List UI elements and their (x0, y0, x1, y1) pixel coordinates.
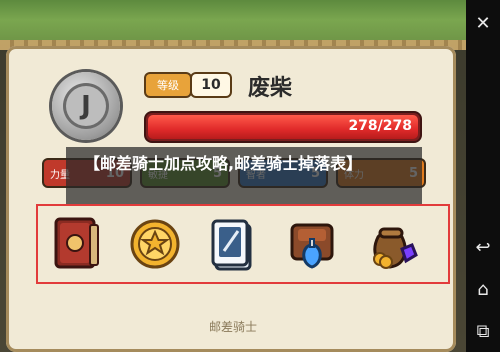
hp-text: 278/278 (348, 118, 412, 134)
avatar-letter: J (63, 83, 109, 129)
hp-bar: 278/278 (146, 113, 420, 141)
gold-coin-icon[interactable] (126, 214, 184, 274)
system-sidebar: ✕ ↩ ⌂ ⧉ (466, 0, 500, 352)
recent-apps-icon[interactable]: ⧉ (470, 318, 496, 344)
red-book-icon[interactable] (48, 214, 106, 274)
footer-title: 邮差骑士 (208, 320, 257, 334)
treasure-sack-icon[interactable] (362, 214, 420, 274)
card-deck-icon[interactable] (204, 214, 262, 274)
potion-bag-icon[interactable] (284, 214, 342, 274)
level-label: 等级 (146, 74, 190, 96)
close-icon[interactable]: ✕ (470, 10, 496, 36)
home-icon[interactable]: ⌂ (470, 276, 496, 302)
player-name: 废柴 (248, 76, 293, 101)
level-value: 10 (192, 74, 230, 96)
back-icon[interactable]: ↩ (470, 234, 496, 260)
game-screen: J 等级 10 废柴 278/278 力量 10 敏捷 5 智者 5 体力 5 … (0, 0, 466, 352)
avatar-coin: J (52, 72, 120, 140)
overlay-title: 【邮差骑士加点攻略,邮差骑士掉落表】 (84, 154, 363, 173)
